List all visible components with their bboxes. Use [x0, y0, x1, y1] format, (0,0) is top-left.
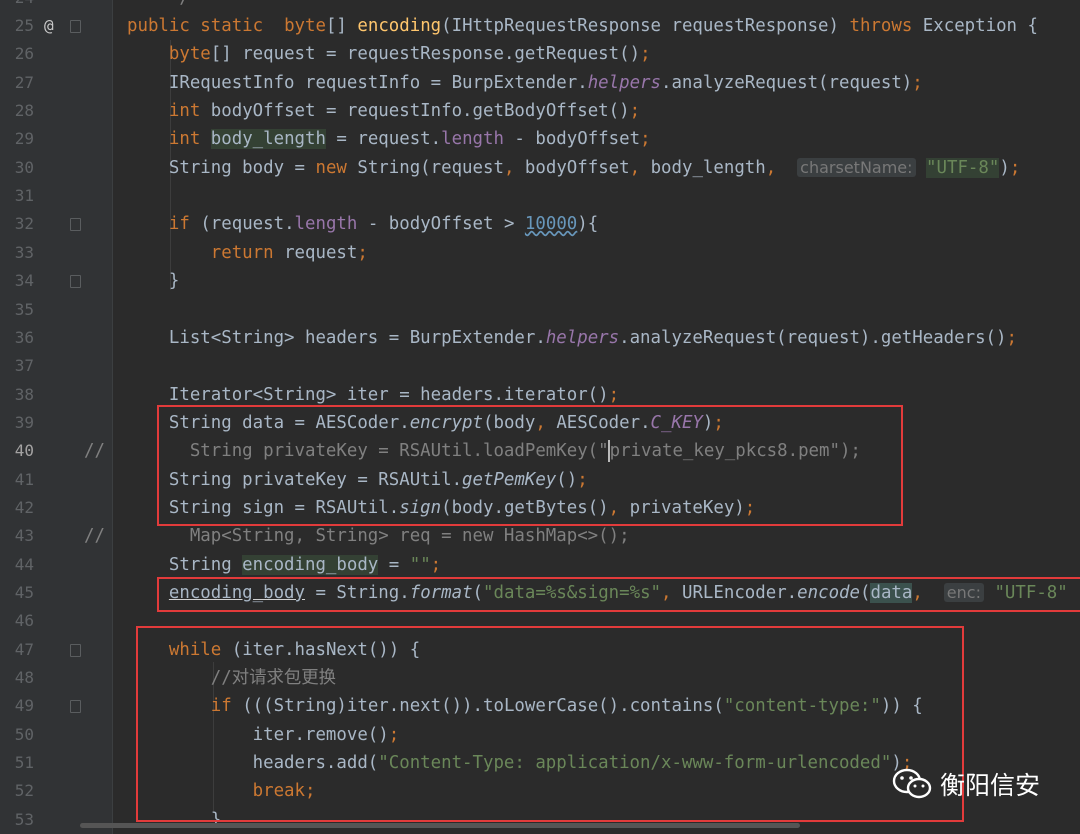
- line-number: 49: [14, 696, 34, 716]
- code-text[interactable]: */: [127, 0, 190, 12]
- code-text[interactable]: }: [127, 267, 179, 295]
- code-line[interactable]: 26 byte[] request = requestResponse.getR…: [0, 40, 1080, 68]
- code-line[interactable]: 27 IRequestInfo requestInfo = BurpExtend…: [0, 69, 1080, 97]
- line-number: 51: [14, 753, 34, 773]
- line-number: 41: [14, 469, 34, 489]
- line-number: 53: [14, 809, 34, 829]
- line-number: 44: [14, 554, 34, 574]
- fold-marker-icon[interactable]: [70, 700, 81, 714]
- line-number: 50: [14, 724, 34, 744]
- code-text[interactable]: if (request.length - bodyOffset > 10000)…: [127, 210, 598, 238]
- code-line[interactable]: 35: [0, 296, 1080, 324]
- code-text[interactable]: String body = new String(request, bodyOf…: [127, 154, 1020, 182]
- fold-marker-icon[interactable]: [70, 218, 81, 232]
- code-line[interactable]: 37: [0, 352, 1080, 380]
- line-number: 37: [14, 356, 34, 376]
- line-number: 35: [14, 299, 34, 319]
- horizontal-scrollbar[interactable]: [80, 823, 800, 828]
- watermark: 衡阳信安: [892, 766, 1040, 802]
- line-number: 29: [14, 129, 34, 149]
- code-text[interactable]: List<String> headers = BurpExtender.help…: [127, 324, 1017, 352]
- code-line[interactable]: 36 List<String> headers = BurpExtender.h…: [0, 324, 1080, 352]
- line-comment-prefix: //: [84, 526, 105, 547]
- code-line[interactable]: 33 return request;: [0, 239, 1080, 267]
- code-line[interactable]: 25 @ public static byte[] encoding(IHttpRe…: [0, 12, 1080, 40]
- line-number: 33: [14, 242, 34, 262]
- fold-marker-icon[interactable]: [70, 20, 81, 33]
- code-line[interactable]: 28 int bodyOffset = requestInfo.getBodyO…: [0, 97, 1080, 125]
- line-number: 24: [0, 0, 34, 12]
- line-number: 42: [14, 497, 34, 517]
- line-number: 32: [14, 214, 34, 234]
- code-line[interactable]: 34 }: [0, 267, 1080, 295]
- wechat-icon: [892, 768, 932, 799]
- line-number: 46: [14, 611, 34, 631]
- fold-marker-icon[interactable]: [70, 275, 81, 289]
- line-number: 47: [14, 639, 34, 659]
- watermark-text: 衡阳信安: [940, 771, 1041, 800]
- code-line[interactable]: 30 String body = new String(request, bod…: [0, 154, 1080, 182]
- code-line[interactable]: 24 */: [0, 0, 1080, 12]
- highlight-box-signing: [157, 405, 903, 526]
- code-text[interactable]: public static byte[] encoding(IHttpReque…: [127, 12, 1038, 40]
- code-text[interactable]: IRequestInfo requestInfo = BurpExtender.…: [127, 69, 923, 97]
- code-line[interactable]: 43 // Map<String, String> req = new HashM…: [0, 522, 1080, 550]
- line-number: 26: [14, 44, 34, 64]
- code-text[interactable]: Map<String, String> req = new HashMap<>(…: [127, 522, 630, 550]
- code-line[interactable]: 29 int body_length = request.length - bo…: [0, 125, 1080, 153]
- code-text[interactable]: int bodyOffset = requestInfo.getBodyOffs…: [127, 97, 640, 125]
- code-line[interactable]: 44 String encoding_body = "";: [0, 551, 1080, 579]
- code-editor[interactable]: 24 */ 25 @ public static byte[] encoding(IH…: [0, 0, 1080, 834]
- line-number: 25: [14, 16, 34, 35]
- line-number: 34: [14, 271, 34, 291]
- line-number: 28: [14, 101, 34, 121]
- line-comment-prefix: //: [84, 441, 105, 462]
- line-number: 48: [14, 668, 34, 688]
- line-number: 30: [14, 157, 34, 177]
- line-number: 36: [14, 327, 34, 347]
- line-number: 45: [14, 583, 34, 602]
- line-number: 27: [14, 72, 34, 92]
- line-number: 40: [14, 441, 34, 461]
- highlight-box-format: [157, 577, 1080, 612]
- fold-marker-icon[interactable]: [70, 643, 81, 657]
- code-line[interactable]: 32 if (request.length - bodyOffset > 100…: [0, 210, 1080, 238]
- line-number: 31: [14, 186, 34, 206]
- code-text[interactable]: byte[] request = requestResponse.getRequ…: [127, 40, 651, 68]
- highlight-box-headers-loop: [136, 626, 964, 822]
- code-text[interactable]: int body_length = request.length - bodyO…: [127, 125, 651, 153]
- line-number: 39: [14, 412, 34, 432]
- override-marker-icon[interactable]: @: [44, 12, 54, 40]
- line-number: 43: [14, 526, 34, 546]
- line-number: 52: [14, 781, 34, 801]
- line-number: 38: [14, 384, 34, 404]
- code-text[interactable]: String encoding_body = "";: [127, 551, 441, 579]
- code-text[interactable]: return request;: [127, 239, 368, 267]
- code-line[interactable]: 31: [0, 182, 1080, 210]
